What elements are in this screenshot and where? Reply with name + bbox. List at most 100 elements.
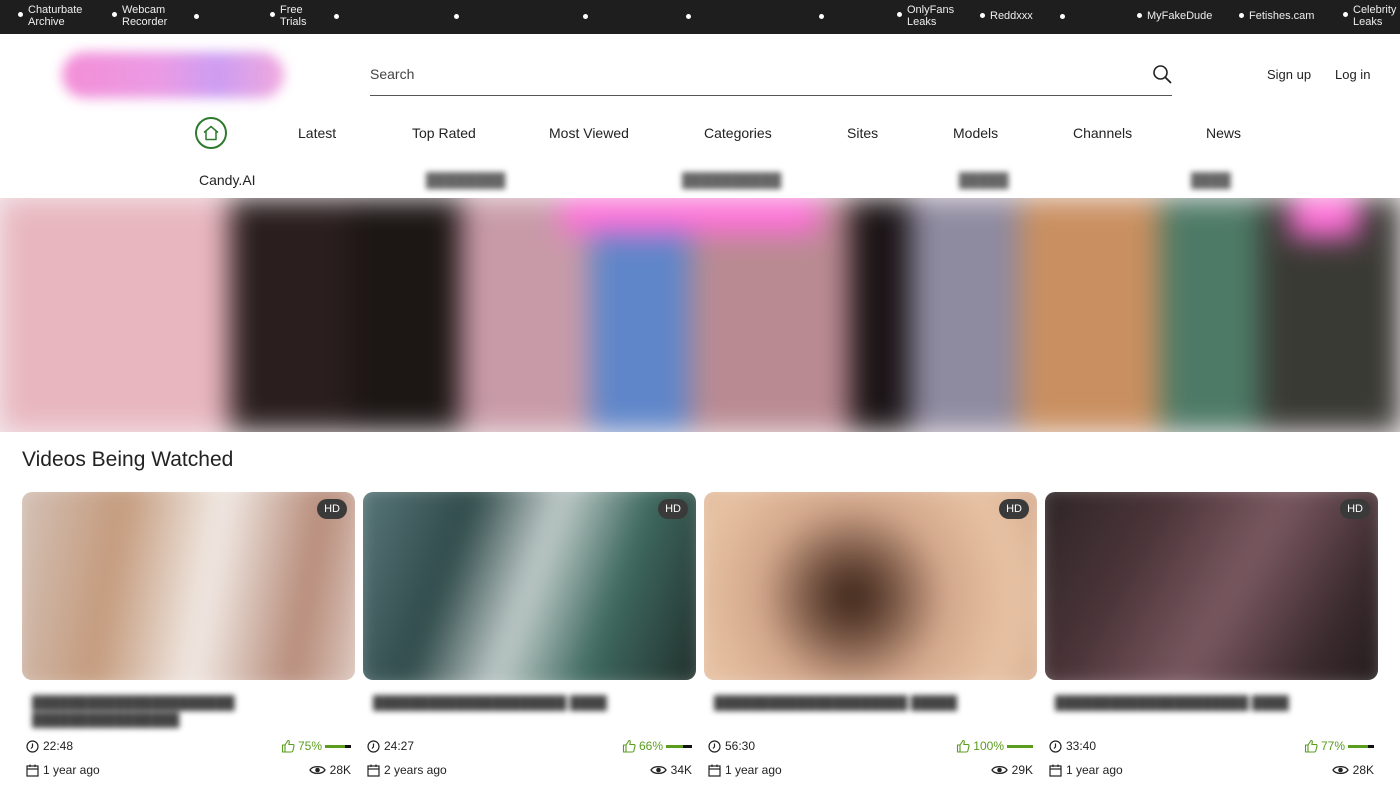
video-duration: 22:48 xyxy=(26,739,73,753)
video-title-blurred[interactable]: █████████████████████ ████ xyxy=(1055,694,1365,711)
duration-text: 33:40 xyxy=(1066,739,1097,753)
subnav-link-blurred[interactable]: █████ xyxy=(959,172,1009,188)
nav-categories[interactable]: Categories xyxy=(704,125,772,141)
video-upload-age: 1 year ago xyxy=(1049,763,1123,777)
video-card[interactable]: HD █████████████████████ █████ 56:30 100… xyxy=(704,492,1037,788)
video-upload-age: 1 year ago xyxy=(708,763,782,777)
hd-badge: HD xyxy=(317,499,347,519)
subnav-link-blurred[interactable]: ██████████ xyxy=(682,172,781,188)
rating-bar-fill xyxy=(1007,744,1033,748)
video-thumbnail[interactable]: HD xyxy=(22,492,355,680)
topbar-link-fetishes-cam[interactable]: Fetishes.cam xyxy=(1239,10,1314,22)
nav-models[interactable]: Models xyxy=(953,125,998,141)
video-card[interactable]: HD █████████████████████ ████ 33:40 77% … xyxy=(1045,492,1378,788)
search-icon[interactable] xyxy=(1152,64,1172,84)
nav-most-viewed[interactable]: Most Viewed xyxy=(549,125,629,141)
video-duration: 33:40 xyxy=(1049,739,1096,753)
clock-icon xyxy=(708,739,721,753)
calendar-icon xyxy=(708,764,721,777)
age-text: 1 year ago xyxy=(1066,763,1123,777)
bullet-icon xyxy=(18,12,23,17)
rating-bar xyxy=(666,744,692,748)
subnav-candy-ai[interactable]: Candy.AI xyxy=(199,172,256,188)
eye-icon xyxy=(308,765,326,775)
age-text: 1 year ago xyxy=(43,763,100,777)
eye-icon xyxy=(990,765,1008,775)
bullet-icon xyxy=(686,14,691,19)
nav-channels[interactable]: Channels xyxy=(1073,125,1132,141)
topbar-link-onlyfans-leaks[interactable]: OnlyFans Leaks xyxy=(897,4,954,28)
banner-image xyxy=(0,198,1400,432)
thumbs-up-icon xyxy=(957,739,970,753)
topbar-link-line1: Webcam xyxy=(122,4,166,16)
calendar-icon xyxy=(1049,764,1062,777)
bullet-icon xyxy=(1343,12,1348,17)
rating-bar xyxy=(325,744,351,748)
video-thumbnail[interactable]: HD xyxy=(363,492,696,680)
bullet-icon xyxy=(819,14,824,19)
topbar-link-celebrity-leaks[interactable]: Celebrity Leaks xyxy=(1343,4,1396,28)
rating-bar-fill xyxy=(325,744,345,748)
rating-bar-fill xyxy=(1348,744,1369,748)
section-title: Videos Being Watched xyxy=(22,448,234,471)
thumbs-up-icon xyxy=(1304,739,1318,753)
video-card[interactable]: HD ██████████████████████ ██████████████… xyxy=(22,492,355,788)
clock-icon xyxy=(1049,739,1062,753)
video-title-blurred[interactable]: ██████████████████████ ████████████████ xyxy=(32,694,342,728)
video-rating: 77% xyxy=(1304,739,1374,753)
bullet-icon xyxy=(897,12,902,17)
video-thumbnail[interactable]: HD xyxy=(704,492,1037,680)
topbar-link-line2: Archive xyxy=(28,16,65,28)
home-button[interactable] xyxy=(195,117,227,149)
duration-text: 24:27 xyxy=(384,739,415,753)
views-text: 28K xyxy=(1352,763,1374,777)
home-icon xyxy=(203,125,219,141)
rating-bar xyxy=(1007,744,1033,748)
hd-badge: HD xyxy=(658,499,688,519)
topbar-link-chaturbate-archive[interactable]: Chaturbate Archive xyxy=(18,4,82,28)
calendar-icon xyxy=(26,764,39,777)
nav-news[interactable]: News xyxy=(1206,125,1241,141)
bullet-icon xyxy=(1060,14,1065,19)
topbar-link-myfakedude[interactable]: MyFakeDude xyxy=(1137,10,1212,22)
video-views: 28K xyxy=(308,763,351,777)
topbar-link-webcam-recorder[interactable]: Webcam Recorder xyxy=(112,4,167,28)
top-promo-bar: Chaturbate Archive Webcam Recorder Free Tri… xyxy=(0,0,1400,34)
bullet-icon xyxy=(112,12,117,17)
rating-text: 77% xyxy=(1320,739,1345,753)
topbar-link-line1: Chaturbate xyxy=(28,4,83,16)
video-thumbnail[interactable]: HD xyxy=(1045,492,1378,680)
subnav-link-blurred[interactable]: ████ xyxy=(1191,172,1231,188)
topbar-link-free-trials[interactable]: Free Trials xyxy=(270,4,306,28)
promo-banner-strip[interactable] xyxy=(0,198,1400,432)
video-title-blurred[interactable]: █████████████████████ █████ xyxy=(714,694,1024,711)
topbar-link-line2: Trials xyxy=(280,16,307,28)
age-text: 1 year ago xyxy=(725,763,782,777)
topbar-link-reddxxx[interactable]: Reddxxx xyxy=(980,10,1033,22)
bullet-icon xyxy=(454,14,459,19)
duration-text: 22:48 xyxy=(43,739,74,753)
duration-text: 56:30 xyxy=(725,739,756,753)
nav-top-rated[interactable]: Top Rated xyxy=(412,125,476,141)
signup-link[interactable]: Sign up xyxy=(1267,67,1311,82)
topbar-link-line2: Leaks xyxy=(907,16,937,28)
calendar-icon xyxy=(367,764,380,777)
video-card[interactable]: HD █████████████████████ ████ 24:27 66% … xyxy=(363,492,696,788)
site-logo[interactable] xyxy=(62,52,284,98)
bullet-icon xyxy=(1137,13,1142,18)
video-title-blurred[interactable]: █████████████████████ ████ xyxy=(373,694,683,711)
topbar-link-line2: Recorder xyxy=(122,16,168,28)
video-duration: 24:27 xyxy=(367,739,414,753)
video-views: 34K xyxy=(649,763,692,777)
nav-sites[interactable]: Sites xyxy=(847,125,878,141)
age-text: 2 years ago xyxy=(384,763,447,777)
video-rating: 75% xyxy=(281,739,351,753)
rating-text: 75% xyxy=(297,739,322,753)
subnav-link-blurred[interactable]: ████████ xyxy=(426,172,505,188)
login-link[interactable]: Log in xyxy=(1335,67,1370,82)
search-input[interactable] xyxy=(370,62,1130,86)
search-bar xyxy=(370,56,1172,96)
topbar-link-line1: Free xyxy=(280,4,303,16)
nav-latest[interactable]: Latest xyxy=(298,125,336,141)
bullet-icon xyxy=(334,14,339,19)
